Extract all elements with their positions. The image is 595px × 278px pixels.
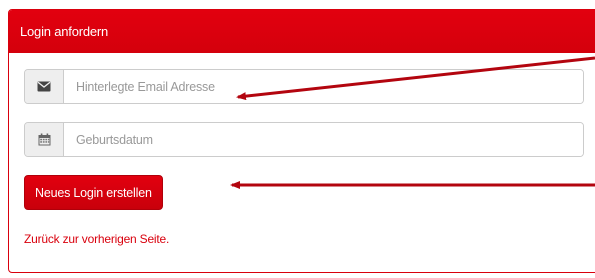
birthdate-input[interactable] [64,123,583,156]
back-link[interactable]: Zurück zur vorherigen Seite. [24,232,169,246]
create-login-button[interactable]: Neues Login erstellen [24,175,163,210]
login-request-page: Login anfordern Hinterlegte Email Adress… [0,0,595,278]
birthdate-input-group [24,122,584,157]
login-request-panel: Login anfordern Hinterlegte Email Adress… [8,9,595,273]
envelope-icon [25,70,64,103]
panel-title: Login anfordern [9,10,595,53]
calendar-icon [25,123,64,156]
email-input-group [24,69,584,104]
email-input[interactable] [64,70,583,103]
